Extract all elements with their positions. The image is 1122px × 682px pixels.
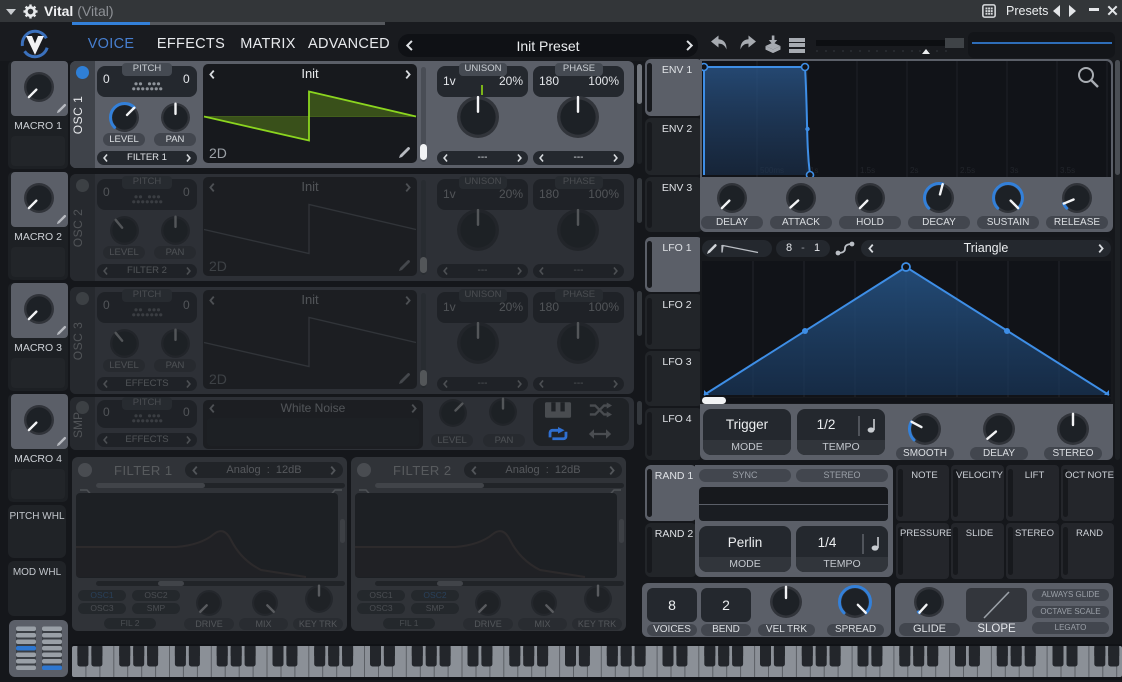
svg-text:2.5s: 2.5s: [960, 166, 975, 175]
svg-text:1.5s: 1.5s: [860, 166, 875, 175]
svg-text:3.5s: 3.5s: [1060, 166, 1075, 175]
svg-text:2s: 2s: [910, 166, 918, 175]
svg-text:3s: 3s: [1010, 166, 1018, 175]
